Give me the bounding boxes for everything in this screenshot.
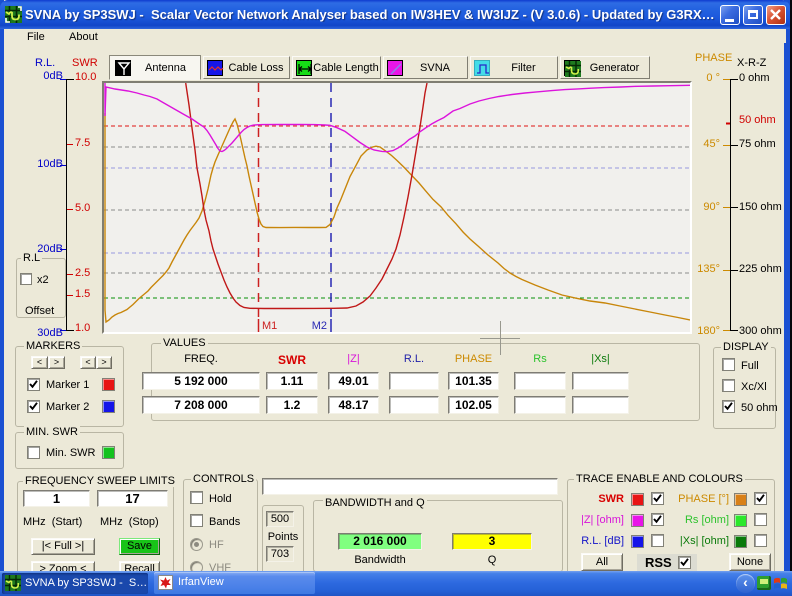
svg-text:M2: M2: [312, 320, 327, 332]
svg-text:M1: M1: [262, 320, 277, 332]
